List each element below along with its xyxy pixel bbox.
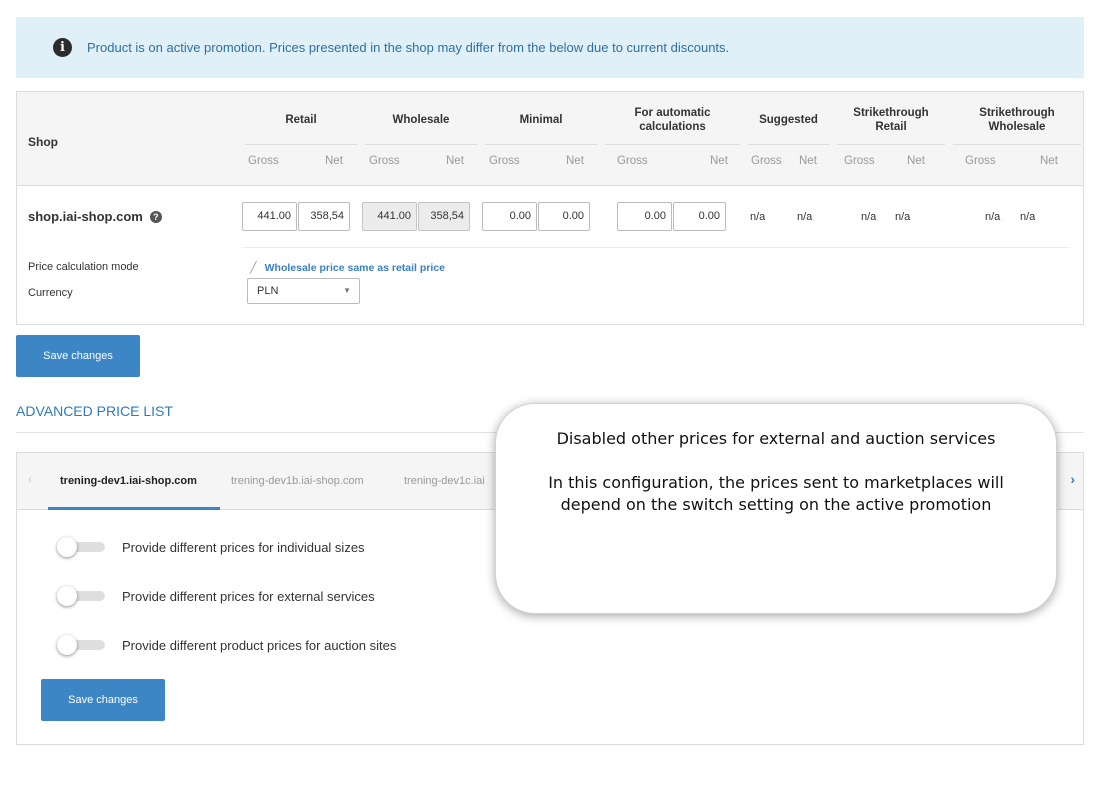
suggested-net-value: n/a: [797, 211, 813, 223]
wholesale-group: Wholesale: [361, 92, 481, 186]
info-callout: Disabled other prices for external and a…: [495, 403, 1057, 614]
question-icon[interactable]: ?: [149, 210, 162, 223]
price-mode-link[interactable]: ╱ Wholesale price same as retail price: [250, 261, 445, 275]
wholesale-header: Wholesale: [392, 114, 450, 126]
external-prices-toggle[interactable]: [57, 586, 106, 606]
tab-trening-dev1c[interactable]: trening-dev1c.iai: [404, 475, 485, 487]
retail-gross-input[interactable]: 441.00: [242, 202, 297, 231]
sizes-prices-label: Provide different prices for individual …: [122, 539, 365, 555]
shop-name: shop.iai-shop.com ?: [28, 209, 162, 224]
sub-gross: Gross: [844, 155, 875, 167]
auto-calc-header: For automatic calculations: [634, 107, 711, 133]
minimal-gross-input[interactable]: 0.00: [482, 202, 537, 231]
shop-column-header: Shop: [28, 135, 58, 149]
price-mode-value: Wholesale price same as retail price: [264, 261, 445, 274]
info-icon: i: [53, 38, 72, 57]
chevron-down-icon: ▼: [343, 286, 351, 295]
save-advanced-button[interactable]: Save changes: [41, 679, 165, 721]
wholesale-gross-input: 441.00: [362, 202, 417, 231]
suggested-header: Suggested: [759, 114, 818, 126]
chevron-left-icon[interactable]: ‹: [28, 472, 32, 486]
sub-net: Net: [566, 155, 584, 167]
row-divider: [242, 247, 1070, 248]
auction-prices-label: Provide different product prices for auc…: [122, 637, 397, 653]
currency-label: Currency: [28, 287, 73, 299]
suggested-group: Suggested: [744, 92, 833, 186]
minimal-group: Minimal: [481, 92, 601, 186]
external-prices-label: Provide different prices for external se…: [122, 588, 375, 604]
minimal-header: Minimal: [519, 114, 563, 126]
toggle-row-sizes: Provide different prices for individual …: [57, 537, 365, 557]
group-divider: [245, 144, 357, 145]
tab-trening-dev1[interactable]: trening-dev1.iai-shop.com: [60, 475, 197, 487]
sub-net: Net: [710, 155, 728, 167]
strike-retail-group: Strikethrough Retail: [833, 92, 949, 186]
strike-retail-gross-value: n/a: [861, 211, 877, 223]
wholesale-net-input: 358,54: [418, 202, 470, 231]
price-table-header: Shop Retail Wholesale Minimal For automa…: [17, 92, 1083, 186]
strike-wholesale-gross-value: n/a: [985, 211, 1001, 223]
alert-text: Product is on active promotion. Prices p…: [87, 40, 730, 55]
save-prices-button[interactable]: Save changes: [16, 335, 140, 377]
toggle-knob: [57, 537, 77, 557]
retail-group: Retail: [241, 92, 361, 186]
group-divider: [365, 144, 477, 145]
currency-select[interactable]: PLN ▼: [247, 278, 360, 304]
currency-value: PLN: [257, 285, 279, 297]
active-tab-indicator: [48, 507, 220, 510]
sizes-prices-toggle[interactable]: [57, 537, 106, 557]
sub-gross: Gross: [489, 155, 520, 167]
retail-net-input[interactable]: 358,54: [298, 202, 350, 231]
toggle-knob: [57, 586, 77, 606]
callout-body: In this configuration, the prices sent t…: [548, 473, 1004, 514]
group-divider: [953, 144, 1081, 145]
strike-wholesale-group: Strikethrough Wholesale: [949, 92, 1085, 186]
price-table: Shop Retail Wholesale Minimal For automa…: [16, 91, 1084, 325]
group-divider: [837, 144, 945, 145]
auto-net-input[interactable]: 0.00: [673, 202, 726, 231]
shop-name-text: shop.iai-shop.com: [28, 209, 143, 224]
group-divider: [485, 144, 597, 145]
advanced-price-list-title: ADVANCED PRICE LIST: [16, 403, 173, 419]
sub-gross: Gross: [751, 155, 782, 167]
toggle-knob: [57, 635, 77, 655]
tab-trening-dev1b[interactable]: trening-dev1b.iai-shop.com: [231, 475, 364, 487]
retail-header: Retail: [285, 114, 317, 126]
auto-gross-input[interactable]: 0.00: [617, 202, 672, 231]
sub-gross: Gross: [617, 155, 648, 167]
chevron-right-icon[interactable]: ›: [1070, 471, 1075, 487]
sub-net: Net: [446, 155, 464, 167]
price-mode-label: Price calculation mode: [28, 261, 139, 273]
minimal-net-input[interactable]: 0.00: [538, 202, 590, 231]
suggested-gross-value: n/a: [750, 211, 766, 223]
group-divider: [605, 144, 740, 145]
sub-net: Net: [799, 155, 817, 167]
auto-calc-group: For automatic calculations: [601, 92, 744, 186]
sub-gross: Gross: [369, 155, 400, 167]
pencil-icon: ╱: [250, 262, 257, 274]
strike-retail-net-value: n/a: [895, 211, 911, 223]
toggle-row-external: Provide different prices for external se…: [57, 586, 375, 606]
sub-net: Net: [1040, 155, 1058, 167]
sub-net: Net: [907, 155, 925, 167]
strike-wholesale-header: Strikethrough Wholesale: [979, 107, 1055, 133]
strike-wholesale-net-value: n/a: [1020, 211, 1036, 223]
group-divider: [748, 144, 829, 145]
strike-retail-header: Strikethrough Retail: [853, 107, 929, 133]
sub-net: Net: [325, 155, 343, 167]
toggle-row-auction: Provide different product prices for auc…: [57, 635, 396, 655]
sub-gross: Gross: [248, 155, 279, 167]
callout-title: Disabled other prices for external and a…: [556, 429, 996, 448]
sub-gross: Gross: [965, 155, 996, 167]
auction-prices-toggle[interactable]: [57, 635, 106, 655]
promotion-alert: i Product is on active promotion. Prices…: [16, 17, 1084, 78]
